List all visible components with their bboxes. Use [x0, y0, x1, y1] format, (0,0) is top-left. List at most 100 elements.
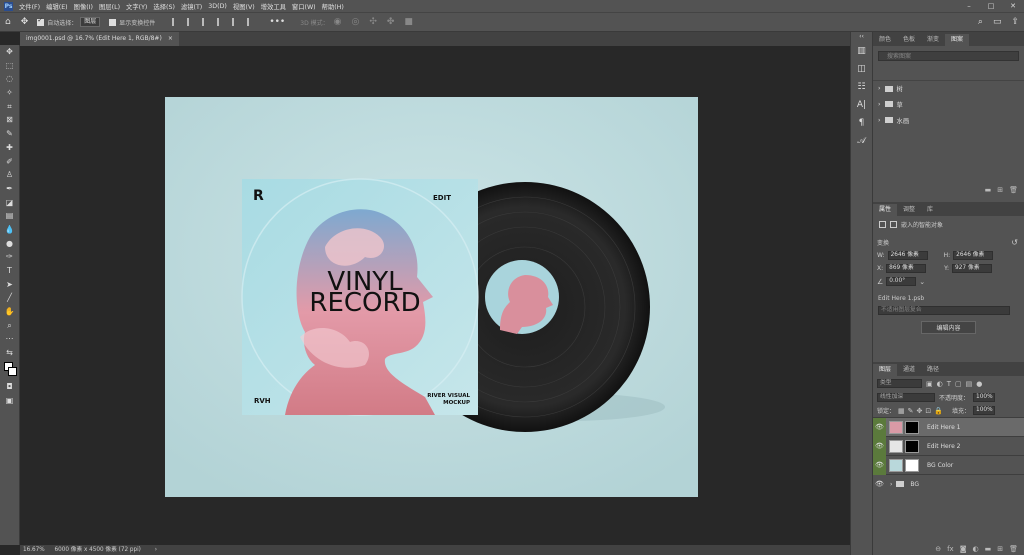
visibility-eye-icon[interactable]: 👁 — [873, 417, 886, 437]
menu-filter[interactable]: 滤镜(T) — [181, 2, 202, 11]
menu-help[interactable]: 帮助(H) — [322, 2, 344, 11]
pixel-filter-icon[interactable]: ▣ — [926, 380, 933, 388]
tab-libraries[interactable]: 库 — [921, 204, 939, 216]
height-field[interactable]: 2646 像素 — [953, 251, 994, 260]
swap-colors-icon[interactable]: ⇆ — [0, 346, 19, 360]
folder-row-3[interactable]: › 水画 — [873, 112, 1024, 128]
edit-contents-button[interactable]: 编辑内容 — [921, 321, 976, 334]
history-brush-icon[interactable]: ✒ — [0, 182, 19, 196]
pen-tool-icon[interactable]: ✑ — [0, 250, 19, 264]
adjustment-layer-icon[interactable]: ◐ — [973, 545, 979, 553]
chevron-down-icon[interactable]: ⌄ — [919, 278, 925, 286]
delete-icon[interactable]: 🗑 — [1009, 186, 1018, 194]
color-swatches-icon[interactable] — [0, 360, 19, 380]
brush-tool-icon[interactable]: ✐ — [0, 155, 19, 169]
canvas-artwork[interactable]: R EDIT VINYL RECORD RVH RIVER VISUAL MOC… — [165, 97, 698, 497]
layer-row[interactable]: 👁 › BG — [873, 474, 1024, 493]
magic-wand-icon[interactable]: ✧ — [0, 86, 19, 100]
lock-position-icon[interactable]: ✥ — [917, 407, 923, 415]
layer-row[interactable]: 👁 Edit Here 2 — [873, 436, 1024, 456]
home-icon[interactable]: ⌂ — [5, 17, 11, 27]
lock-paint-icon[interactable]: ✎ — [908, 407, 914, 415]
layer-row[interactable]: 👁 Edit Here 1 — [873, 417, 1024, 437]
zoom-tool-icon[interactable]: ⌕ — [0, 319, 19, 333]
align-right-icon[interactable] — [202, 18, 211, 26]
tab-properties[interactable]: 属性 — [873, 204, 898, 216]
frame-tool-icon[interactable]: ⊠ — [0, 113, 19, 127]
lock-artboard-icon[interactable]: ⊡ — [925, 407, 931, 415]
share-icon[interactable]: ⇪ — [1011, 17, 1019, 27]
shape-filter-icon[interactable]: ▢ — [955, 380, 962, 388]
healing-brush-icon[interactable]: ✚ — [0, 141, 19, 155]
menu-view[interactable]: 视图(V) — [233, 2, 255, 11]
chevron-right-icon[interactable]: › — [155, 547, 157, 553]
clone-stamp-icon[interactable]: ♙ — [0, 168, 19, 182]
history-icon[interactable]: ▥ — [851, 42, 872, 60]
tab-paths[interactable]: 路径 — [921, 364, 945, 376]
blend-mode-select[interactable]: 线性加深 — [877, 393, 935, 402]
align-top-icon[interactable] — [217, 18, 226, 26]
pattern-search-input[interactable]: 搜索图案 — [878, 51, 1019, 61]
x-field[interactable]: 869 像素 — [886, 264, 927, 273]
type-filter-icon[interactable]: T — [947, 380, 951, 388]
3d-scale-icon[interactable]: ■ — [404, 17, 413, 27]
chevron-right-icon[interactable]: › — [878, 101, 881, 108]
delete-icon[interactable]: 🗑 — [1009, 545, 1018, 553]
workspace-icon[interactable]: ▭ — [993, 17, 1002, 27]
width-field[interactable]: 2646 像素 — [887, 251, 928, 260]
opacity-field[interactable]: 100% — [973, 393, 996, 402]
move-tool-icon[interactable]: ✥ — [0, 45, 19, 59]
gradient-tool-icon[interactable]: ▤ — [0, 209, 19, 223]
crop-tool-icon[interactable]: ⌗ — [0, 100, 19, 114]
type-tool-icon[interactable]: T — [0, 264, 19, 278]
auto-select-checkbox[interactable] — [37, 16, 45, 26]
zoom-readout[interactable]: 16.67% — [23, 547, 45, 553]
document-tab[interactable]: img0001.psd @ 16.7% (Edit Here 1, RGB/8#… — [20, 32, 179, 46]
menu-window[interactable]: 窗口(W) — [292, 2, 316, 11]
maximize-icon[interactable]: □ — [980, 0, 1002, 12]
marquee-tool-icon[interactable]: ⬚ — [0, 59, 19, 73]
chevron-right-icon[interactable]: › — [890, 481, 892, 488]
layer-filter-select[interactable]: 类型 — [877, 379, 922, 388]
folder-row-2[interactable]: › 草 — [873, 96, 1024, 112]
new-group-icon[interactable]: ▬ — [985, 545, 992, 553]
lock-all-icon[interactable]: 🔒 — [934, 407, 943, 415]
tab-close-icon[interactable]: × — [168, 32, 173, 46]
more-options-icon[interactable]: ••• — [269, 17, 285, 27]
tab-channels[interactable]: 通道 — [897, 364, 921, 376]
menu-3d[interactable]: 3D(D) — [208, 3, 227, 10]
show-transform-checkbox[interactable] — [109, 18, 117, 26]
minimize-icon[interactable]: – — [958, 0, 980, 12]
close-icon[interactable]: ✕ — [1002, 0, 1024, 12]
more-tools-icon[interactable]: ⋯ — [0, 332, 19, 346]
3d-slide-icon[interactable]: ✤ — [387, 17, 395, 27]
tab-swatches[interactable]: 色板 — [897, 34, 921, 46]
path-select-icon[interactable]: ➤ — [0, 278, 19, 292]
lasso-tool-icon[interactable]: ◌ — [0, 72, 19, 86]
visibility-eye-icon[interactable]: 👁 — [873, 455, 886, 475]
folder-row-1[interactable]: › 树 — [873, 80, 1024, 96]
paragraph-icon[interactable]: ¶ — [851, 114, 872, 132]
hand-tool-icon[interactable]: ✋ — [0, 305, 19, 319]
tab-layers[interactable]: 图层 — [873, 364, 898, 376]
glyphs-icon[interactable]: 𝒜 — [851, 132, 872, 150]
search-icon[interactable]: ⌕ — [978, 17, 983, 27]
3d-orbit-icon[interactable]: ◉ — [334, 17, 342, 27]
align-left-icon[interactable] — [172, 18, 181, 26]
visibility-eye-icon[interactable]: 👁 — [873, 475, 886, 494]
layer-row[interactable]: 👁 BG Color — [873, 455, 1024, 475]
tab-gradients[interactable]: 渐变 — [921, 34, 945, 46]
smart-filter-icon[interactable]: ▤ — [966, 380, 973, 388]
adjust-filter-icon[interactable]: ◐ — [937, 380, 943, 388]
y-field[interactable]: 927 像素 — [952, 264, 993, 273]
menu-layer[interactable]: 图层(L) — [99, 2, 120, 11]
tab-patterns[interactable]: 图案 — [945, 34, 970, 46]
add-mask-icon[interactable]: ◙ — [960, 545, 967, 553]
tab-adjustments[interactable]: 调整 — [897, 204, 921, 216]
filter-toggle-icon[interactable]: ● — [976, 380, 982, 388]
move-tool-icon[interactable]: ✥ — [21, 17, 29, 27]
screen-mode-icon[interactable]: ▣ — [0, 394, 19, 408]
menu-plugins[interactable]: 增效工具 — [261, 2, 286, 11]
align-bottom-icon[interactable] — [247, 18, 256, 26]
auto-select-dropdown[interactable]: 图层 — [80, 17, 101, 27]
